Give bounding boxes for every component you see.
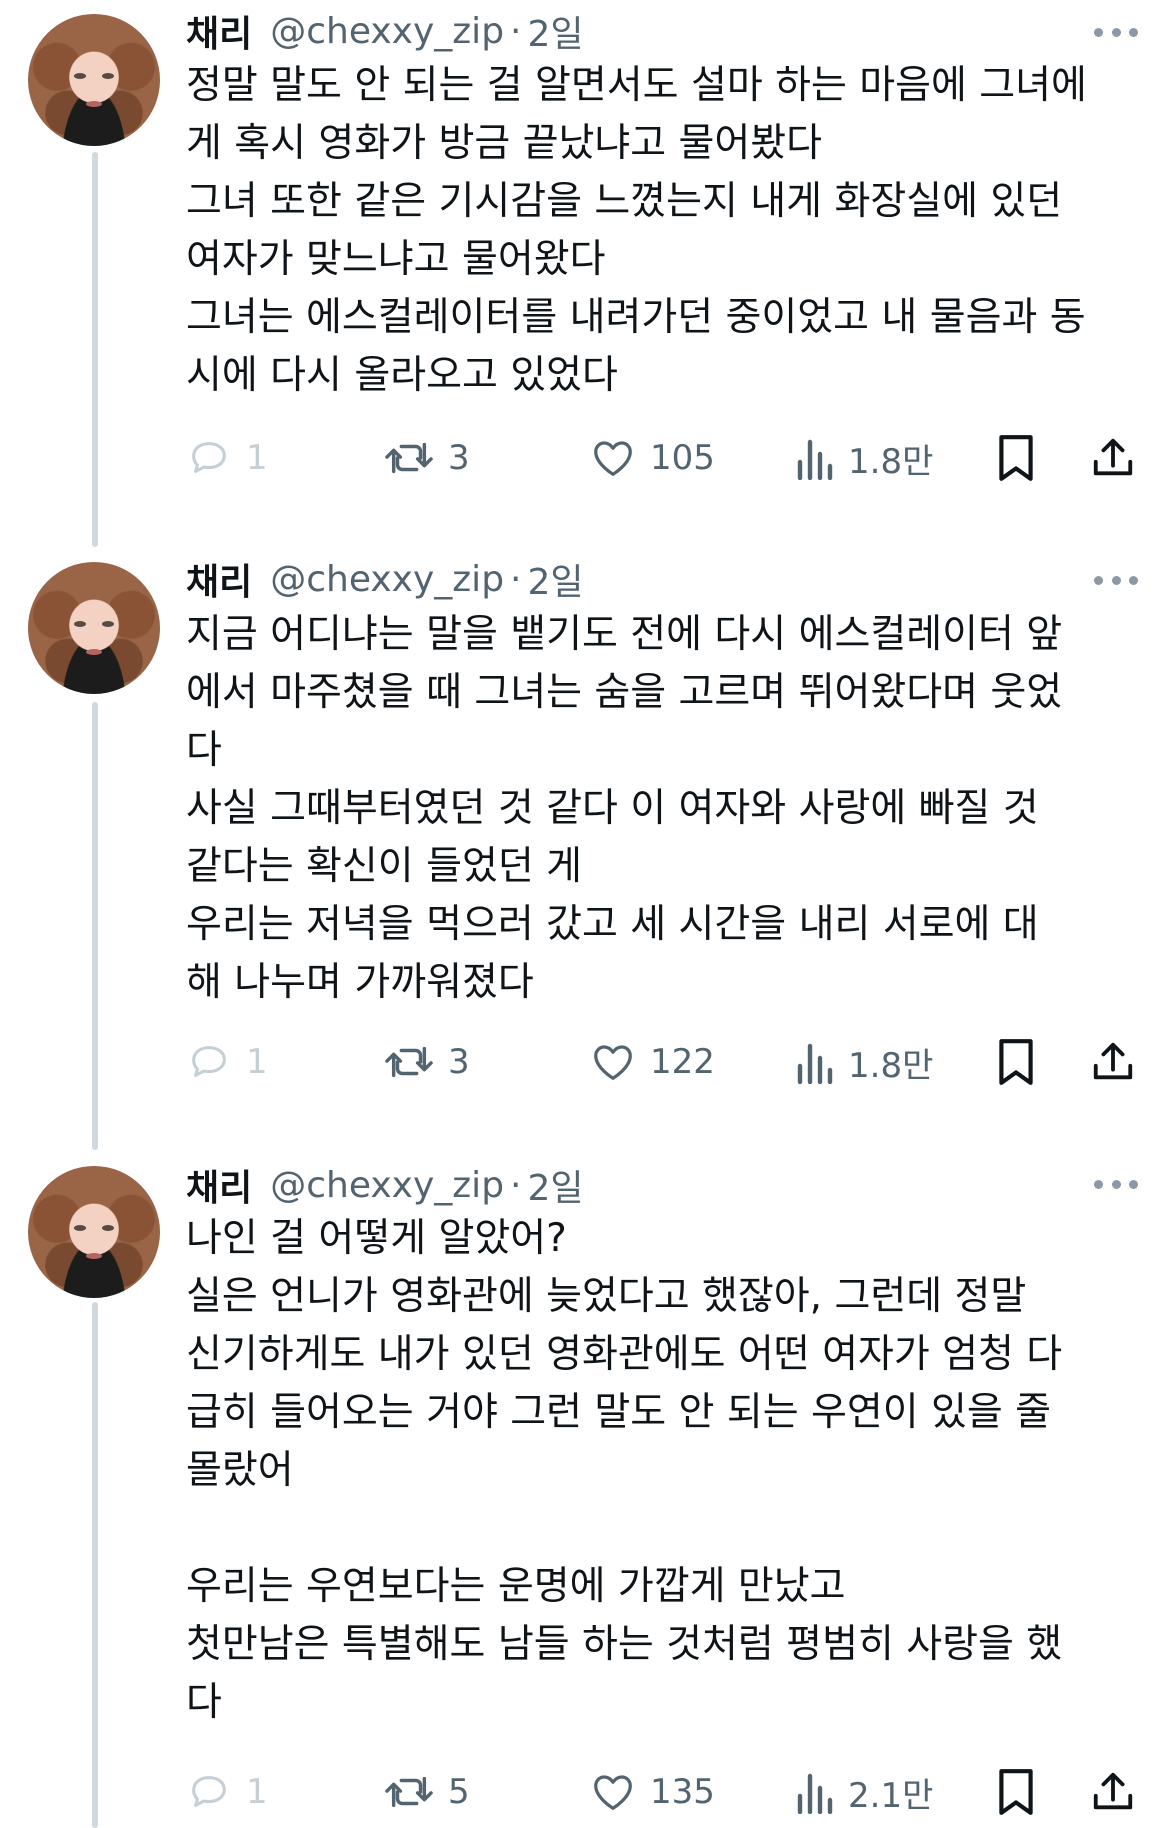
avatar[interactable] [28, 14, 160, 146]
like-count: 135 [650, 1772, 715, 1812]
reply-button[interactable]: 1 [186, 1762, 268, 1822]
timestamp[interactable]: 2일 [528, 1159, 584, 1211]
more-icon[interactable] [1094, 1178, 1138, 1190]
tweet-header: 채리 @chexxy_zip · 2일 [186, 6, 584, 56]
author-name[interactable]: 채리 [186, 5, 252, 57]
author-handle[interactable]: @chexxy_zip [270, 559, 504, 600]
views-icon [797, 439, 833, 480]
views-button[interactable]: 1.8만 [794, 428, 933, 488]
tweet-text: 나인 걸 어떻게 알았어? 실은 언니가 영화관에 늦었다고 했잖아, 그런데 … [186, 1216, 1063, 1725]
views-count: 1.8만 [848, 1045, 934, 1086]
bookmark-button[interactable] [994, 1032, 1038, 1092]
like-icon [594, 1775, 632, 1810]
share-button[interactable] [1090, 1032, 1136, 1092]
separator-dot: · [510, 558, 522, 600]
tweet-actions: 1 5 135 2.1만 [186, 1762, 1146, 1822]
retweet-button[interactable]: 3 [384, 1032, 470, 1092]
bookmark-icon [999, 1769, 1033, 1815]
retweet-count: 5 [448, 1772, 470, 1812]
retweet-count: 3 [448, 1042, 470, 1082]
tweet[interactable]: 채리 @chexxy_zip · 2일 나인 걸 어떻게 알았어? 실은 언니가… [0, 1156, 1170, 1828]
share-button[interactable] [1090, 428, 1136, 488]
tweet-text: 정말 말도 안 되는 걸 알면서도 설마 하는 마음에 그녀에 게 혹시 영화가… [186, 63, 1087, 398]
retweet-count: 3 [448, 438, 470, 478]
like-icon [594, 441, 632, 476]
retweet-icon [385, 1046, 433, 1078]
bookmark-icon [999, 435, 1033, 481]
avatar[interactable] [28, 562, 160, 694]
bookmark-button[interactable] [994, 428, 1038, 488]
author-handle[interactable]: @chexxy_zip [270, 11, 504, 52]
views-icon [797, 1773, 833, 1814]
timestamp[interactable]: 2일 [528, 5, 584, 57]
like-button[interactable]: 135 [590, 1762, 715, 1822]
reply-count: 1 [246, 1772, 268, 1812]
like-button[interactable]: 105 [590, 428, 715, 488]
tweet-actions: 1 3 105 1.8만 [186, 428, 1146, 488]
tweet[interactable]: 채리 @chexxy_zip · 2일 지금 어디냐는 말을 뱉기도 전에 다시… [0, 550, 1170, 1150]
share-icon [1093, 1772, 1133, 1810]
like-button[interactable]: 122 [590, 1032, 715, 1092]
author-name[interactable]: 채리 [186, 553, 252, 605]
views-count: 2.1만 [848, 1775, 934, 1816]
share-button[interactable] [1090, 1762, 1136, 1822]
retweet-button[interactable]: 5 [384, 1762, 470, 1822]
reply-icon [192, 1776, 226, 1807]
views-button[interactable]: 2.1만 [794, 1762, 933, 1822]
retweet-icon [385, 442, 433, 474]
views-count: 1.8만 [848, 441, 934, 482]
reply-count: 1 [246, 1042, 268, 1082]
separator-dot: · [510, 1164, 522, 1206]
retweet-icon [385, 1776, 433, 1808]
timestamp[interactable]: 2일 [528, 553, 584, 605]
share-icon [1093, 1042, 1133, 1080]
reply-icon [192, 442, 226, 473]
like-icon [594, 1045, 632, 1080]
tweet[interactable]: 채리 @chexxy_zip · 2일 정말 말도 안 되는 걸 알면서도 설마… [0, 0, 1170, 540]
tweet-actions: 1 3 122 1.8만 [186, 1032, 1146, 1092]
views-button[interactable]: 1.8만 [794, 1032, 933, 1092]
separator-dot: · [510, 10, 522, 52]
author-name[interactable]: 채리 [186, 1159, 252, 1211]
avatar[interactable] [28, 1166, 160, 1298]
bookmark-button[interactable] [994, 1762, 1038, 1822]
more-icon[interactable] [1094, 574, 1138, 586]
reply-button[interactable]: 1 [186, 428, 268, 488]
share-icon [1093, 438, 1133, 476]
tweet-header: 채리 @chexxy_zip · 2일 [186, 554, 584, 604]
reply-count: 1 [246, 438, 268, 478]
reply-icon [192, 1046, 226, 1077]
views-icon [797, 1043, 833, 1084]
author-handle[interactable]: @chexxy_zip [270, 1165, 504, 1206]
reply-button[interactable]: 1 [186, 1032, 268, 1092]
like-count: 105 [650, 438, 715, 478]
retweet-button[interactable]: 3 [384, 428, 470, 488]
more-icon[interactable] [1094, 26, 1138, 38]
tweet-text: 지금 어디냐는 말을 뱉기도 전에 다시 에스컬레이터 앞 에서 마주쳤을 때 … [186, 612, 1063, 1005]
bookmark-icon [999, 1039, 1033, 1085]
like-count: 122 [650, 1042, 715, 1082]
tweet-header: 채리 @chexxy_zip · 2일 [186, 1160, 584, 1210]
